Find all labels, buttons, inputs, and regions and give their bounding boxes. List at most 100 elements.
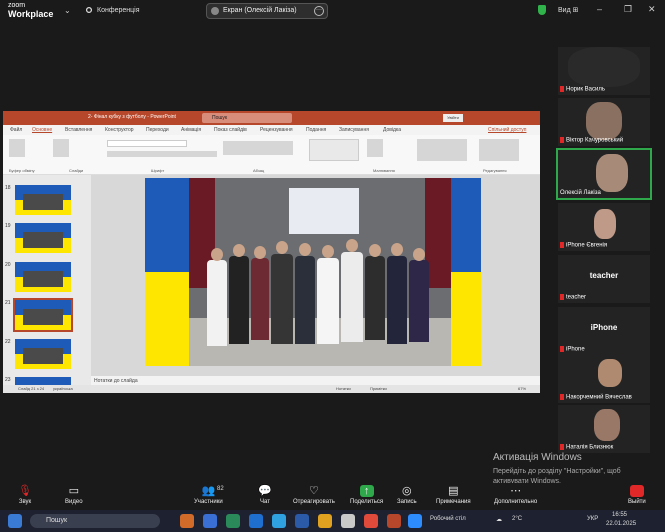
app-icon[interactable]	[341, 514, 355, 528]
participant-name-text: Віктор Качуровський	[566, 138, 624, 144]
participant-tile[interactable]: iPhone Євгенія	[558, 203, 650, 251]
participant-placeholder: teacher	[589, 271, 619, 280]
tab-record[interactable]: Записування	[339, 127, 369, 133]
more-icon[interactable]: ···	[314, 6, 324, 16]
participant-tile-active[interactable]: Олексій Лакіза	[556, 148, 652, 200]
chevron-down-icon[interactable]: ⌄	[64, 6, 71, 15]
participant-tile[interactable]: teacher teacher	[558, 255, 650, 303]
participant-tile[interactable]: Наталія Близнюк	[558, 405, 650, 453]
tab-transitions[interactable]: Переходи	[146, 127, 169, 133]
tab-design[interactable]: Конструктор	[105, 127, 134, 133]
new-slide-icon[interactable]	[53, 139, 69, 157]
participant-tile[interactable]: Норик Василь	[558, 47, 650, 95]
shared-screen[interactable]: 2- Фінал кубку з футболу - PowerPoint По…	[3, 111, 540, 393]
editing-buttons[interactable]	[479, 139, 519, 161]
app-icon[interactable]	[180, 514, 194, 528]
participant-name: Наталія Близнюк	[560, 444, 613, 451]
pp-status-bar: Слайд 21 з 24 українська Нотатки Примітк…	[3, 385, 540, 393]
folder-icon[interactable]	[318, 514, 332, 528]
conference-menu[interactable]: Конференція	[85, 6, 140, 14]
app-icon[interactable]	[226, 514, 240, 528]
windows-start-icon[interactable]	[8, 514, 22, 528]
thumb-number: 20	[5, 262, 11, 268]
tab-file[interactable]: Файл	[10, 127, 22, 133]
document-title: 2- Фінал кубку з футболу - PowerPoint	[88, 114, 176, 120]
taskbar-search[interactable]: Пошук	[30, 514, 160, 528]
app-icon[interactable]	[272, 514, 286, 528]
powerpoint-icon[interactable]	[387, 514, 401, 528]
slide-thumbnail[interactable]	[15, 185, 71, 215]
shield-icon[interactable]	[538, 5, 546, 15]
tab-review[interactable]: Рецензування	[260, 127, 293, 133]
presentation-screen	[289, 188, 359, 234]
activation-watermark-title: Активація Windows	[493, 452, 582, 463]
chat-button[interactable]: 💬 Чат	[258, 485, 272, 505]
slide-thumbnail[interactable]	[15, 339, 71, 369]
app-icon[interactable]	[203, 514, 217, 528]
notes-toggle[interactable]: Нотатки	[336, 385, 351, 393]
video-button[interactable]: ▭ Видео	[65, 485, 83, 505]
paste-icon[interactable]	[9, 139, 25, 157]
signin-button[interactable]: Увійти	[443, 114, 463, 122]
top-bar: zoom Workplace ⌄ Конференція Екран (Олек…	[0, 0, 665, 22]
paragraph-buttons[interactable]	[223, 141, 293, 155]
tab-insert[interactable]: Вставлення	[65, 127, 92, 133]
shape-format-buttons[interactable]	[417, 139, 467, 161]
notes-button[interactable]: ▤ Примечания	[436, 485, 471, 505]
arrange-icon[interactable]	[367, 139, 383, 157]
font-select[interactable]	[107, 140, 187, 147]
mic-muted-icon	[560, 86, 564, 93]
minimize-icon[interactable]: –	[597, 4, 602, 14]
participant-tile[interactable]: Віктор Качуровський	[558, 98, 650, 146]
more-button[interactable]: ⋯ Дополнительно	[494, 485, 537, 505]
leave-label: Выйти	[628, 499, 646, 505]
record-label: Запись	[397, 499, 417, 505]
slide-thumbnail[interactable]	[15, 262, 71, 292]
screen-share-pill[interactable]: Екран (Олексій Лакіза) ···	[206, 3, 328, 19]
shapes-gallery[interactable]	[309, 139, 359, 161]
word-icon[interactable]	[295, 514, 309, 528]
close-icon[interactable]: ✕	[648, 4, 656, 15]
participant-tile[interactable]: Накорчемний Вячеслав	[558, 355, 650, 403]
leave-button[interactable]: Выйти	[628, 485, 646, 505]
person-head	[369, 244, 381, 257]
tab-slideshow[interactable]: Показ слайдів	[214, 127, 247, 133]
tab-help[interactable]: Довідка	[383, 127, 401, 133]
mic-muted-icon	[560, 294, 564, 301]
current-slide[interactable]	[145, 178, 481, 366]
person	[409, 260, 429, 342]
record-button[interactable]: ◎ Запись	[397, 485, 417, 505]
person	[295, 256, 315, 344]
participants-icon: 👥	[201, 485, 216, 497]
react-button[interactable]: ♡ Отреагировать	[293, 485, 335, 505]
tab-home[interactable]: Основне	[32, 127, 52, 133]
tab-view[interactable]: Подання	[306, 127, 326, 133]
zoom-icon[interactable]	[408, 514, 422, 528]
app-icon[interactable]	[249, 514, 263, 528]
font-format-buttons[interactable]	[107, 151, 217, 157]
zoom-level[interactable]: 67%	[518, 385, 526, 393]
video-feed	[598, 359, 622, 387]
weather-icon[interactable]: ☁	[496, 516, 502, 523]
maximize-icon[interactable]: ❐	[624, 4, 632, 15]
share-screen-button[interactable]: ↑ Поделиться	[350, 485, 383, 505]
person-head	[346, 239, 358, 252]
share-button[interactable]: Спільний доступ	[488, 127, 526, 133]
audio-button[interactable]: 🎙 Звук	[18, 485, 32, 505]
participant-tile[interactable]: iPhone iPhone	[558, 307, 650, 355]
chat-label: Чат	[260, 499, 270, 505]
tab-animation[interactable]: Анімація	[181, 127, 201, 133]
slide-thumbnail-selected[interactable]	[13, 298, 73, 332]
chrome-icon[interactable]	[364, 514, 378, 528]
search-input[interactable]: Пошук	[202, 113, 292, 123]
language-indicator[interactable]: українська	[53, 385, 73, 393]
participant-name-text: Наталія Близнюк	[566, 445, 614, 451]
view-menu[interactable]: Вид ⊞	[558, 6, 578, 14]
slide-counter: Слайд 21 з 24	[18, 386, 45, 391]
comments-toggle[interactable]: Примітки	[370, 385, 387, 393]
language-indicator[interactable]: УКР	[587, 516, 598, 522]
taskbar-desktop-label[interactable]: Робочий стіл	[430, 516, 466, 522]
slide-thumbnail[interactable]	[15, 377, 71, 385]
person	[271, 254, 293, 344]
slide-thumbnail[interactable]	[15, 223, 71, 253]
